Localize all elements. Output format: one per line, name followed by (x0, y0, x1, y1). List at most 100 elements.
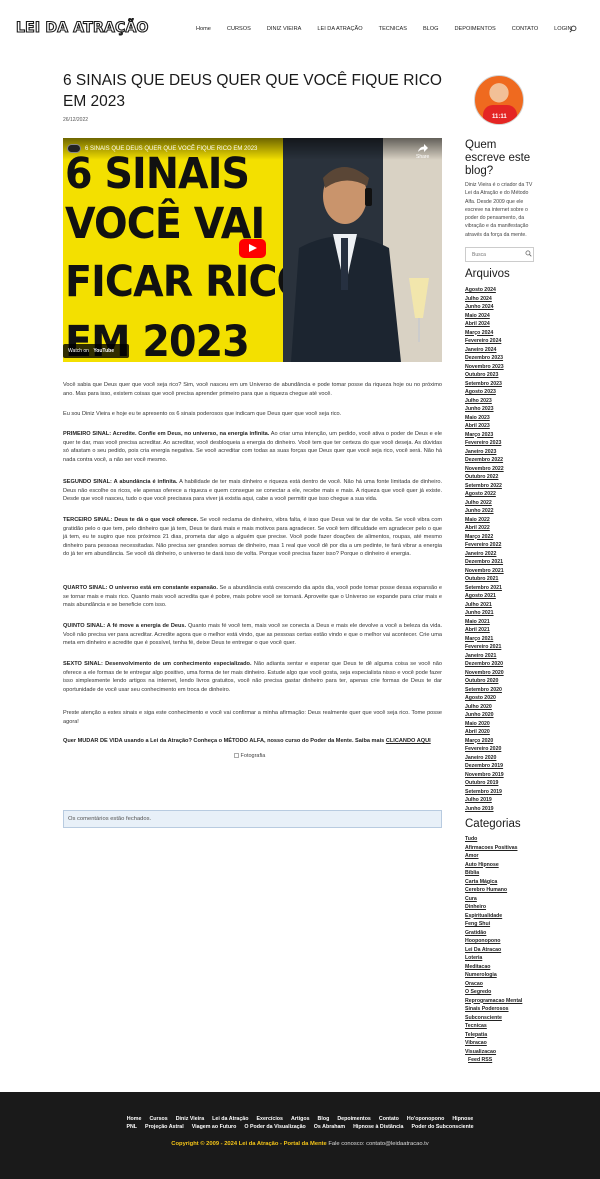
archive-link-julho-2022[interactable]: Julho 2022 (465, 499, 504, 508)
archive-link-outubro-2022[interactable]: Outubro 2022 (465, 473, 504, 482)
nav-depoimentos[interactable]: DEPOIMENTOS (455, 26, 496, 32)
archive-link-fevereiro-2020[interactable]: Fevereiro 2020 (465, 745, 504, 754)
archive-link-fevereiro-2021[interactable]: Fevereiro 2021 (465, 643, 504, 652)
category-link-oracao[interactable]: Oracao (465, 980, 522, 989)
archive-link-junho-2019[interactable]: Junho 2019 (465, 805, 504, 814)
archive-link-setembro-2021[interactable]: Setembro 2021 (465, 584, 504, 593)
archive-link-dezembro-2021[interactable]: Dezembro 2021 (465, 558, 504, 567)
archive-link-maio-2022[interactable]: Maio 2022 (465, 516, 504, 525)
category-link-vibracao[interactable]: Vibracao (465, 1039, 522, 1048)
archive-link-julho-2019[interactable]: Julho 2019 (465, 796, 504, 805)
archive-link-setembro-2019[interactable]: Setembro 2019 (465, 788, 504, 797)
archive-link-abril-2024[interactable]: Abril 2024 (465, 320, 504, 329)
footer-link-os-abraham[interactable]: Os Abraham (314, 1124, 345, 1130)
video-title[interactable]: 6 SINAIS QUE DEUS QUER QUE VOCÊ FIQUE RI… (85, 146, 257, 152)
archive-link-janeiro-2021[interactable]: Janeiro 2021 (465, 652, 504, 661)
archive-link-novembro-2022[interactable]: Novembro 2022 (465, 465, 504, 474)
archive-link-julho-2023[interactable]: Julho 2023 (465, 397, 504, 406)
archive-link-fevereiro-2024[interactable]: Fevereiro 2024 (465, 337, 504, 346)
archive-link-junho-2022[interactable]: Junho 2022 (465, 507, 504, 516)
archive-link-marco-2020[interactable]: Março 2020 (465, 737, 504, 746)
archive-link-maio-2024[interactable]: Maio 2024 (465, 312, 504, 321)
archive-link-setembro-2022[interactable]: Setembro 2022 (465, 482, 504, 491)
sidebar-search-input[interactable] (465, 247, 534, 262)
category-link-biblia[interactable]: Bíblia (465, 869, 522, 878)
category-link-espiritualidade[interactable]: Espiritualidade (465, 912, 522, 921)
category-link-loteria[interactable]: Loteria (465, 954, 522, 963)
category-link-amor[interactable]: Amor (465, 852, 522, 861)
category-link-reprogramacao-mental[interactable]: Reprogramacao Mental (465, 997, 522, 1006)
archive-link-marco-2024[interactable]: Março 2024 (465, 329, 504, 338)
archive-link-novembro-2019[interactable]: Novembro 2019 (465, 771, 504, 780)
site-logo[interactable]: LEI DA ATRAÇÃO (15, 19, 149, 36)
contact-email[interactable]: Fale conosco: contato@leidaatracao.tv (327, 1141, 428, 1147)
archive-link-novembro-2020[interactable]: Novembro 2020 (465, 669, 504, 678)
archive-link-dezembro-2022[interactable]: Dezembro 2022 (465, 456, 504, 465)
category-link-afirmacoes-positivas[interactable]: Afirmacoes Positivas (465, 844, 522, 853)
footer-link-lei-da-atracao[interactable]: Lei da Atração (212, 1116, 248, 1122)
archive-link-marco-2023[interactable]: Março 2023 (465, 431, 504, 440)
category-link-subconsciente[interactable]: Subconsciente (465, 1014, 522, 1023)
footer-link-ho-oponopono[interactable]: Ho'oponopono (407, 1116, 444, 1122)
footer-link-diniz-vieira[interactable]: Diniz Vieira (176, 1116, 204, 1122)
nav-home[interactable]: Home (196, 26, 211, 32)
category-link-lei-da-atracao[interactable]: Lei Da Atracao (465, 946, 522, 955)
archive-link-novembro-2021[interactable]: Novembro 2021 (465, 567, 504, 576)
footer-link-pnl[interactable]: PNL (126, 1124, 137, 1130)
category-link-meditacao[interactable]: Meditacao (465, 963, 522, 972)
archive-link-outubro-2021[interactable]: Outubro 2021 (465, 575, 504, 584)
channel-avatar[interactable] (67, 144, 81, 153)
archive-link-junho-2024[interactable]: Junho 2024 (465, 303, 504, 312)
archive-link-junho-2023[interactable]: Junho 2023 (465, 405, 504, 414)
category-link-cura[interactable]: Cura (465, 895, 522, 904)
archive-link-agosto-2023[interactable]: Agosto 2023 (465, 388, 504, 397)
archive-link-outubro-2020[interactable]: Outubro 2020 (465, 677, 504, 686)
category-link-auto-hipnose[interactable]: Auto Hipnose (465, 861, 522, 870)
archive-link-maio-2023[interactable]: Maio 2023 (465, 414, 504, 423)
archive-link-dezembro-2023[interactable]: Dezembro 2023 (465, 354, 504, 363)
archive-link-agosto-2022[interactable]: Agosto 2022 (465, 490, 504, 499)
nav-diniz-vieira[interactable]: DINIZ VIEIRA (267, 26, 302, 32)
category-link-visualizacao[interactable]: Visualizacao (465, 1048, 522, 1057)
footer-link-cursos[interactable]: Cursos (149, 1116, 167, 1122)
nav-blog[interactable]: BLOG (423, 26, 439, 32)
archive-link-marco-2022[interactable]: Março 2022 (465, 533, 504, 542)
archive-link-janeiro-2022[interactable]: Janeiro 2022 (465, 550, 504, 559)
archive-link-dezembro-2019[interactable]: Dezembro 2019 (465, 762, 504, 771)
footer-link-viagem-ao-futuro[interactable]: Viagem ao Futuro (192, 1124, 237, 1130)
footer-link-hipnose[interactable]: Hipnose (452, 1116, 473, 1122)
footer-link-artigos[interactable]: Artigos (291, 1116, 310, 1122)
search-icon[interactable] (569, 25, 577, 33)
nav-tecnicas[interactable]: TECNICAS (379, 26, 407, 32)
archive-link-agosto-2020[interactable]: Agosto 2020 (465, 694, 504, 703)
archive-link-fevereiro-2022[interactable]: Fevereiro 2022 (465, 541, 504, 550)
archive-link-abril-2021[interactable]: Abril 2021 (465, 626, 504, 635)
nav-contato[interactable]: CONTATO (512, 26, 538, 32)
archive-link-setembro-2023[interactable]: Setembro 2023 (465, 380, 504, 389)
archive-link-novembro-2023[interactable]: Novembro 2023 (465, 363, 504, 372)
archive-link-abril-2022[interactable]: Abril 2022 (465, 524, 504, 533)
footer-link-exercicios[interactable]: Exercícios (256, 1116, 283, 1122)
category-link-numerologia[interactable]: Numerologia (465, 971, 522, 980)
archive-link-agosto-2024[interactable]: Agosto 2024 (465, 286, 504, 295)
archive-link-julho-2024[interactable]: Julho 2024 (465, 295, 504, 304)
archive-link-junho-2020[interactable]: Junho 2020 (465, 711, 504, 720)
category-link-hooponopono[interactable]: Hooponopono (465, 937, 522, 946)
footer-link-contato[interactable]: Contato (379, 1116, 399, 1122)
category-link-o-segredo[interactable]: O Segredo (465, 988, 522, 997)
archive-link-dezembro-2020[interactable]: Dezembro 2020 (465, 660, 504, 669)
archive-link-agosto-2021[interactable]: Agosto 2021 (465, 592, 504, 601)
archive-link-janeiro-2024[interactable]: Janeiro 2024 (465, 346, 504, 355)
category-link-carta-magica[interactable]: Carta Mágica (465, 878, 522, 887)
category-link-feng-shui[interactable]: Feng Shui (465, 920, 522, 929)
search-icon[interactable] (525, 250, 532, 257)
nav-lei-da-atracao[interactable]: LEI DA ATRAÇÃO (317, 26, 362, 32)
archive-link-julho-2020[interactable]: Julho 2020 (465, 703, 504, 712)
category-link-cerebro-humano[interactable]: Cerebro Humano (465, 886, 522, 895)
archive-link-julho-2021[interactable]: Julho 2021 (465, 601, 504, 610)
footer-link-projecao-astral[interactable]: Projeção Astral (145, 1124, 184, 1130)
archive-link-marco-2021[interactable]: Março 2021 (465, 635, 504, 644)
category-link-telepatia[interactable]: Telepatia (465, 1031, 522, 1040)
feed-rss-link[interactable]: Feed RSS (468, 1057, 492, 1063)
footer-link-depoimentos[interactable]: Depoimentos (337, 1116, 371, 1122)
